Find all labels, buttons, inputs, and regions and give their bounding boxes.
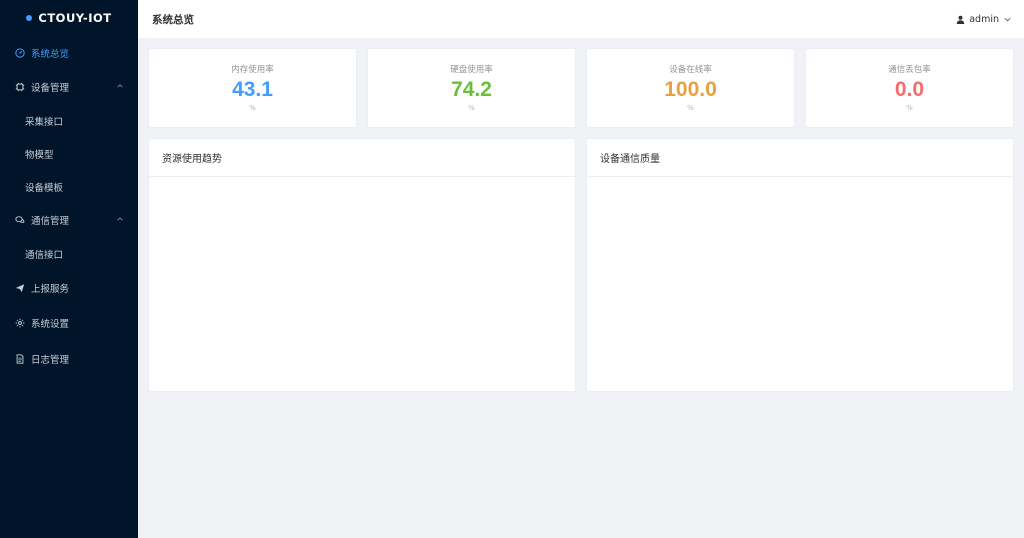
- stat-card-packet-loss: 通信丢包率 0.0 %: [805, 48, 1014, 128]
- sidebar-item-label: 日志管理: [31, 354, 70, 366]
- stat-unit: %: [906, 104, 913, 112]
- sidebar-item-label: 系统设置: [31, 319, 70, 330]
- sidebar-item-label: 通信管理: [31, 216, 70, 227]
- gear-icon: [15, 318, 25, 328]
- sidebar-item-label: 设备模板: [25, 182, 64, 194]
- sidebar-item-report-service[interactable]: 上报服务: [0, 270, 138, 305]
- stat-value: 100.0: [664, 78, 717, 101]
- panel-title: 资源使用趋势: [149, 139, 575, 177]
- chip-icon: [15, 82, 25, 92]
- stat-card-disk: 硬盘使用率 74.2 %: [367, 48, 576, 128]
- page-title: 系统总览: [152, 13, 194, 26]
- sidebar-item-label: 上报服务: [31, 283, 70, 295]
- panel-title: 设备通信质量: [587, 139, 1013, 177]
- resource-trend-chart-area: [149, 177, 575, 391]
- stat-card-memory: 内存使用率 43.1 %: [148, 48, 357, 128]
- sidebar-item-device-management[interactable]: 设备管理: [0, 70, 138, 104]
- chevron-up-icon: [117, 84, 123, 88]
- logo-dot-icon: [26, 15, 33, 21]
- sidebar-item-device-template[interactable]: 设备模板: [0, 170, 138, 203]
- sidebar: CTOUY-IOT 系统总览 设备管理 采集接口 物模型 设备模板 通信管理 通…: [0, 0, 138, 538]
- sidebar-item-communication-interface[interactable]: 通信接口: [0, 237, 138, 270]
- sidebar-item-system-settings[interactable]: 系统设置: [0, 305, 138, 341]
- chevron-down-icon: [1004, 17, 1011, 21]
- stat-unit: %: [687, 104, 694, 112]
- sidebar-item-thing-model[interactable]: 物模型: [0, 137, 138, 170]
- stat-value: 43.1: [232, 78, 273, 101]
- stat-card-device-online: 设备在线率 100.0 %: [586, 48, 795, 128]
- sidebar-menu: 系统总览 设备管理 采集接口 物模型 设备模板 通信管理 通信接口 上报服务 系…: [0, 36, 138, 376]
- user-icon: [956, 15, 965, 24]
- sidebar-item-log-management[interactable]: 日志管理: [0, 341, 138, 376]
- panel-communication-quality: 设备通信质量: [586, 138, 1014, 392]
- user-menu[interactable]: admin: [956, 14, 1012, 25]
- sidebar-item-collection-interface[interactable]: 采集接口: [0, 104, 138, 137]
- paper-plane-icon: [15, 283, 25, 293]
- sidebar-item-communication-management[interactable]: 通信管理: [0, 203, 138, 237]
- document-icon: [15, 353, 25, 364]
- stat-label: 设备在线率: [669, 65, 712, 75]
- username: admin: [969, 13, 999, 25]
- sidebar-item-overview[interactable]: 系统总览: [0, 36, 138, 70]
- stat-label: 内存使用率: [231, 65, 274, 75]
- app-logo[interactable]: CTOUY-IOT: [0, 0, 138, 36]
- sidebar-item-label: 通信接口: [25, 249, 64, 261]
- communication-quality-chart-area: [587, 177, 1013, 391]
- stat-unit: %: [468, 104, 475, 112]
- top-header: 系统总览 admin: [138, 0, 1024, 38]
- sidebar-item-label: 设备管理: [31, 83, 70, 94]
- stat-label: 通信丢包率: [888, 65, 931, 75]
- stat-value: 74.2: [451, 78, 492, 101]
- app-logo-text: CTOUY-IOT: [38, 11, 112, 25]
- dashboard-icon: [15, 48, 25, 58]
- chevron-up-icon: [117, 217, 123, 221]
- stat-unit: %: [249, 104, 256, 112]
- stat-label: 硬盘使用率: [450, 65, 493, 75]
- chat-icon: [15, 215, 25, 225]
- sidebar-item-label: 系统总览: [31, 49, 70, 60]
- sidebar-item-label: 采集接口: [25, 116, 64, 128]
- sidebar-item-label: 物模型: [25, 149, 54, 161]
- stat-value: 0.0: [894, 78, 925, 101]
- panel-resource-trend: 资源使用趋势: [148, 138, 576, 392]
